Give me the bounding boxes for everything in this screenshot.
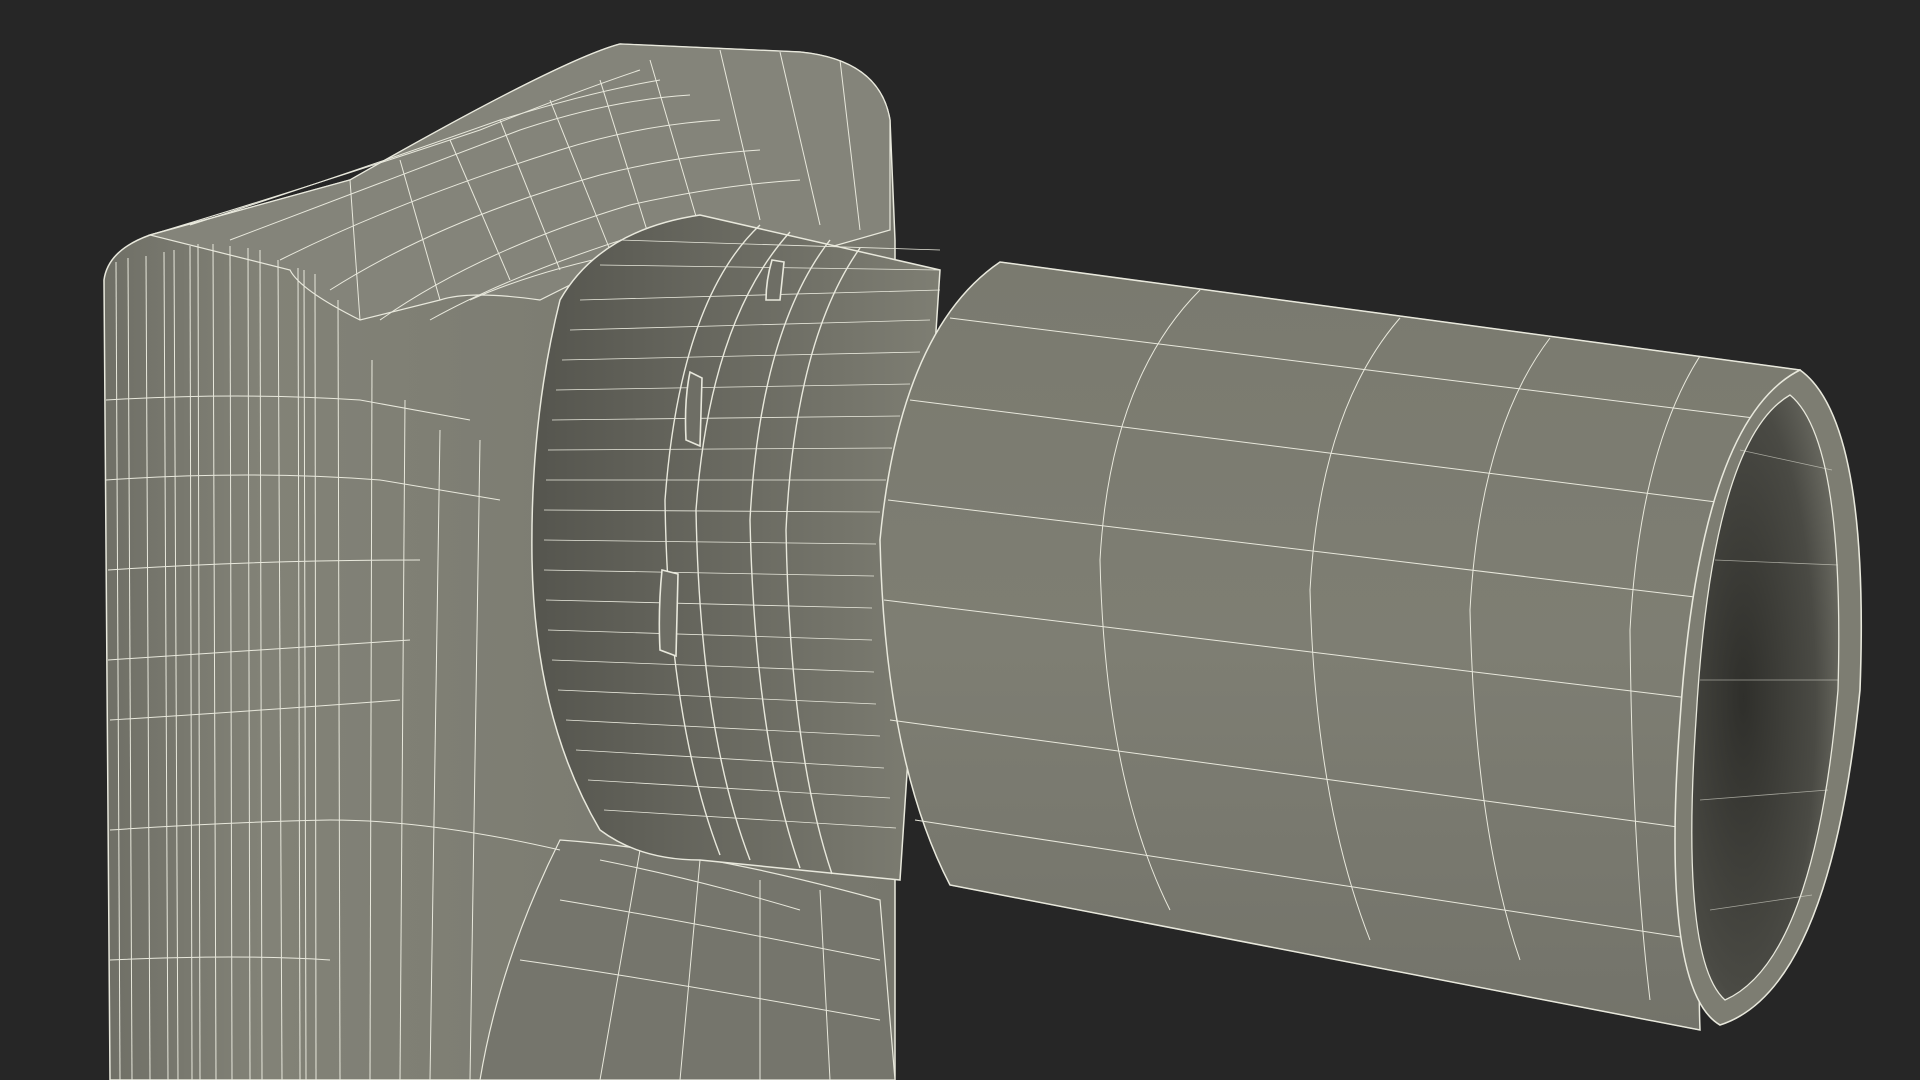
wireframe-render (103, 43, 1863, 1080)
nozzle-tube (879, 261, 1801, 1031)
collar-ring (531, 214, 941, 881)
render-viewport (0, 0, 1920, 1080)
